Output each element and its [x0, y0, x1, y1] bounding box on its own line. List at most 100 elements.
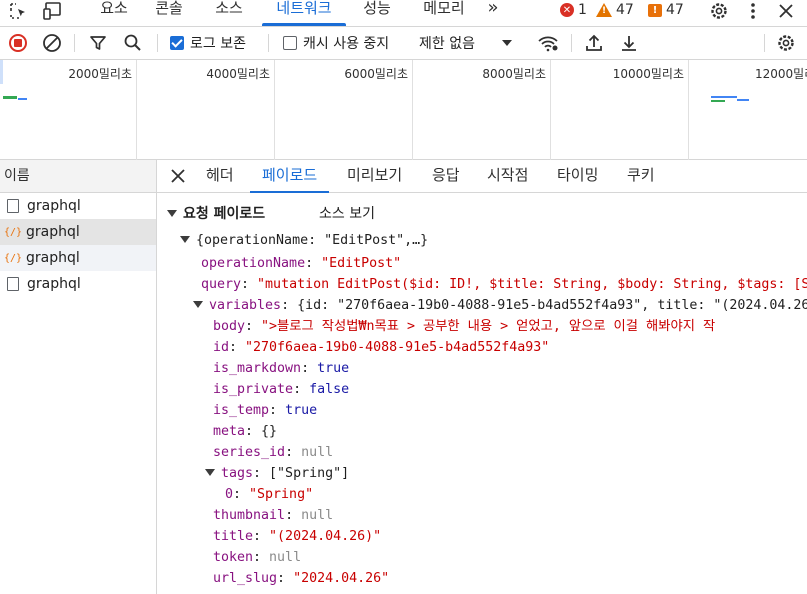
property-value: false	[309, 382, 350, 397]
timeline-gridline	[550, 60, 551, 160]
issue-count: 47	[666, 2, 684, 18]
payload-property[interactable]: query: "mutation EditPost($id: ID!, $tit…	[201, 275, 807, 295]
timeline-tick-label: 8000밀리초	[482, 67, 546, 81]
expand-arrow-icon[interactable]	[167, 210, 177, 217]
payload-property[interactable]: id: "270f6aea-19b0-4088-91e5-b4ad552f4a9…	[213, 338, 549, 358]
tab-memory[interactable]: 메모리	[421, 0, 467, 26]
filter-icon	[90, 36, 106, 50]
property-key: 0	[225, 487, 234, 502]
payload-property[interactable]: url_slug: "2024.04.26"	[213, 569, 389, 589]
tab-response[interactable]: 응답	[432, 160, 460, 193]
error-counter[interactable]: ✕ 1	[560, 0, 587, 20]
record-icon	[9, 34, 27, 52]
tab-initiator[interactable]: 시작점	[487, 160, 528, 193]
download-icon	[622, 36, 636, 51]
preserve-log-checkbox[interactable]	[170, 36, 184, 50]
request-payload-section[interactable]: 요청 페이로드	[167, 203, 265, 223]
payload-property[interactable]: thumbnail: null	[213, 506, 333, 526]
issues-counter[interactable]: ! 47	[648, 0, 684, 20]
tab-elements[interactable]: 요소	[98, 0, 130, 26]
tab-console[interactable]: 콘솔	[153, 0, 185, 26]
request-row[interactable]: graphql	[0, 271, 156, 297]
throttling-select[interactable]: 제한 없음	[419, 27, 512, 59]
property-key: is_temp	[213, 403, 270, 418]
disable-cache-toggle[interactable]: 캐시 사용 중지	[283, 27, 389, 59]
payload-property[interactable]: title: "(2024.04.26)"	[213, 527, 381, 547]
filter-button[interactable]	[89, 27, 107, 59]
network-conditions-button[interactable]	[537, 27, 559, 59]
tab-preview[interactable]: 미리보기	[347, 160, 402, 193]
payload-property[interactable]: body: ">블로그 작성법₩n목표 > 공부한 내용 > 얻었고, 앞으로 …	[213, 317, 715, 337]
payload-property[interactable]: 0: "Spring"	[225, 485, 313, 505]
property-value: null	[269, 550, 302, 565]
payload-property[interactable]: is_temp: true	[213, 401, 317, 421]
expand-arrow-icon[interactable]	[193, 301, 203, 308]
search-icon	[124, 34, 141, 51]
devtools-tab-bar: 요소 콘솔 소스 네트워크 성능 메모리 » ✕ 1 ! 47 ! 47	[0, 0, 807, 27]
issue-icon: !	[648, 3, 662, 17]
view-source-link[interactable]: 소스 보기	[319, 203, 375, 223]
document-icon	[7, 277, 19, 291]
tab-performance[interactable]: 성능	[361, 0, 393, 26]
payload-property[interactable]: is_private: false	[213, 380, 349, 400]
settings-gear-icon[interactable]	[707, 0, 731, 22]
network-overview-timeline[interactable]: 2000밀리초 4000밀리초 6000밀리초 8000밀리초 10000밀리초…	[0, 60, 807, 160]
close-detail-icon[interactable]	[171, 169, 185, 187]
preserve-log-toggle[interactable]: 로그 보존	[170, 27, 246, 59]
tab-payload[interactable]: 페이로드	[249, 160, 330, 193]
search-button[interactable]	[123, 27, 143, 59]
expand-arrow-icon[interactable]	[205, 469, 215, 476]
device-toolbar-icon[interactable]	[40, 0, 66, 22]
clear-button[interactable]	[42, 27, 62, 59]
payload-property[interactable]: meta: {}	[213, 422, 277, 442]
waterfall-bar	[3, 96, 17, 99]
tab-sources[interactable]: 소스	[213, 0, 245, 26]
toolbar-divider	[268, 34, 269, 52]
request-row-selected[interactable]: {/} graphql	[0, 219, 156, 245]
property-key: token	[213, 550, 254, 565]
request-row[interactable]: graphql	[0, 193, 156, 219]
payload-property[interactable]: series_id: null	[213, 443, 333, 463]
timeline-selection-handle[interactable]	[0, 60, 3, 84]
close-devtools-icon[interactable]	[776, 0, 796, 22]
payload-property[interactable]: token: null	[213, 548, 301, 568]
toolbar-divider	[764, 34, 765, 52]
property-key: series_id	[213, 445, 286, 460]
more-tabs-icon[interactable]: »	[482, 0, 504, 26]
request-row[interactable]: {/} graphql	[0, 245, 156, 271]
import-har-button[interactable]	[584, 27, 604, 59]
throttling-value: 제한 없음	[419, 36, 475, 52]
tab-headers[interactable]: 헤더	[206, 160, 234, 193]
property-value: "EditPost"	[321, 256, 402, 271]
disable-cache-label: 캐시 사용 중지	[303, 36, 390, 52]
tab-network[interactable]: 네트워크	[262, 0, 346, 26]
inspect-element-icon[interactable]	[6, 0, 30, 22]
more-options-icon[interactable]	[745, 0, 761, 22]
payload-root[interactable]: {operationName: "EditPost",…}	[180, 231, 428, 251]
request-name: graphql	[26, 224, 80, 240]
preserve-log-label: 로그 보존	[190, 36, 246, 52]
property-value: true	[285, 403, 318, 418]
export-har-button[interactable]	[619, 27, 639, 59]
error-count: 1	[578, 2, 587, 18]
payload-property[interactable]: is_markdown: true	[213, 359, 349, 379]
property-value: "270f6aea-19b0-4088-91e5-b4ad552f4a93"	[245, 340, 550, 355]
detail-tab-bar: 헤더 페이로드 미리보기 응답 시작점 타이밍 쿠키	[157, 160, 807, 193]
request-list: 이름 graphql {/} graphql {/} graphql graph…	[0, 160, 157, 594]
payload-property[interactable]: operationName: "EditPost"	[201, 254, 401, 274]
property-value: null	[301, 508, 334, 523]
property-value: true	[317, 361, 350, 376]
name-column-header[interactable]: 이름	[0, 160, 156, 193]
disable-cache-checkbox[interactable]	[283, 36, 297, 50]
tab-cookies[interactable]: 쿠키	[627, 160, 655, 193]
network-settings-button[interactable]	[776, 27, 796, 59]
tab-timing[interactable]: 타이밍	[557, 160, 598, 193]
property-key: is_private	[213, 382, 294, 397]
payload-array[interactable]: tags: ["Spring"]	[205, 464, 349, 484]
warning-counter[interactable]: ! 47	[596, 0, 634, 20]
payload-object[interactable]: variables: {id: "270f6aea-19b0-4088-91e5…	[193, 296, 807, 316]
property-key: variables	[209, 298, 282, 313]
stop-recording-button[interactable]	[8, 27, 28, 59]
expand-arrow-icon[interactable]	[180, 236, 190, 243]
waterfall-bar	[711, 96, 737, 98]
